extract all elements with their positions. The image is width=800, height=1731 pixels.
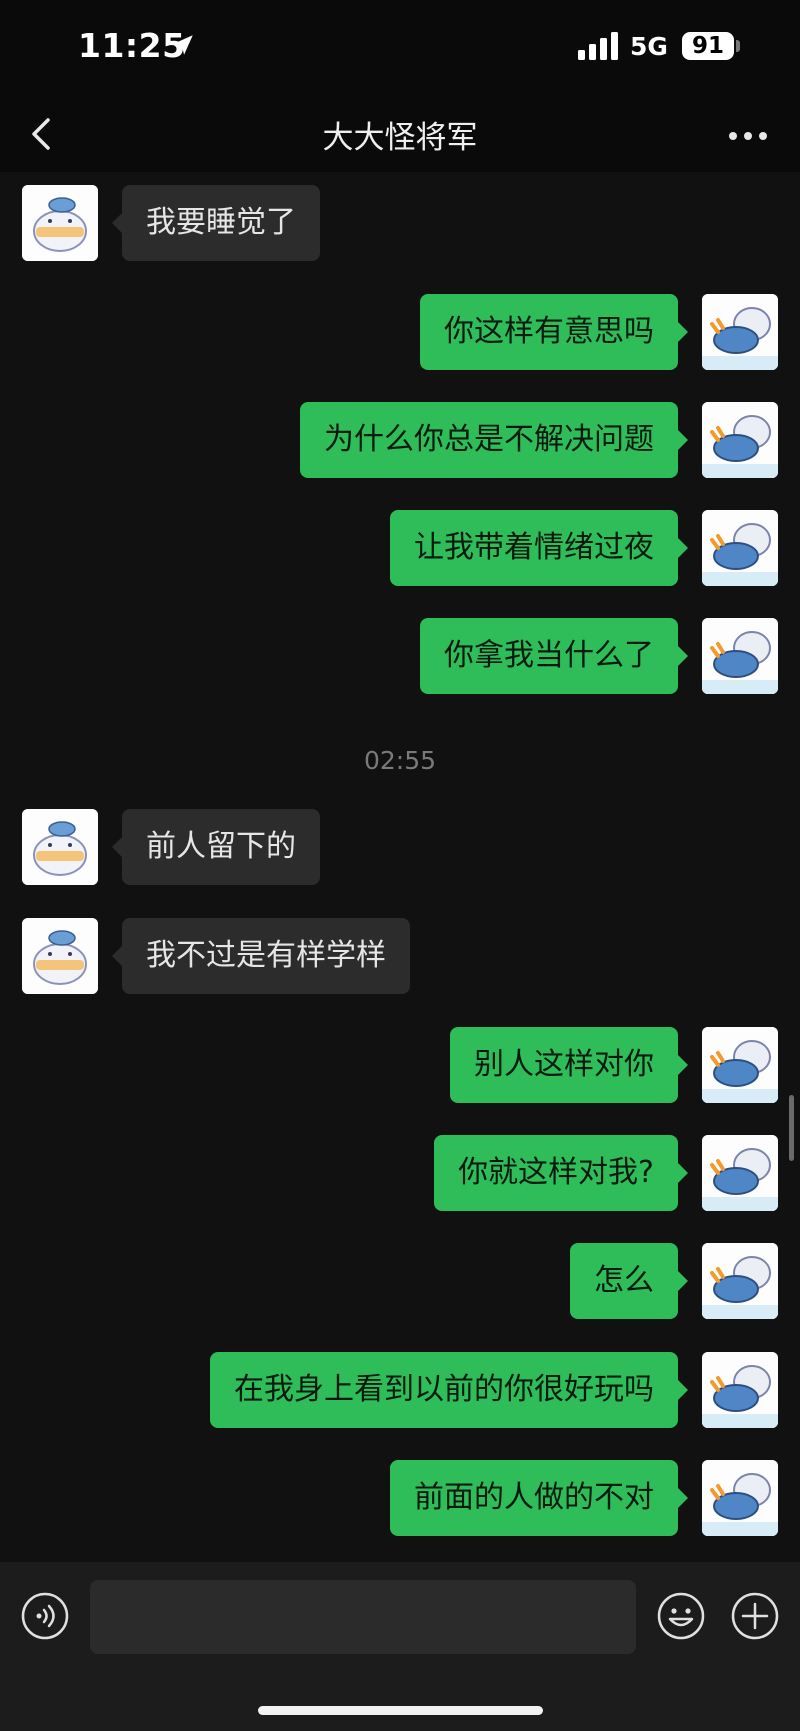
voice-icon[interactable] xyxy=(20,1591,70,1641)
message-bubble[interactable]: 让我带着情绪过夜 xyxy=(390,510,688,586)
message-bubble[interactable]: 前人留下的 xyxy=(112,809,320,885)
plus-icon[interactable] xyxy=(730,1591,780,1641)
signal-icon xyxy=(578,32,618,60)
message-bubble[interactable]: 怎么 xyxy=(570,1243,688,1319)
fish-avatar-icon[interactable] xyxy=(702,1460,778,1536)
message-bubble[interactable]: 为什么你总是不解决问题 xyxy=(300,402,688,478)
fish-avatar-icon[interactable] xyxy=(702,402,778,478)
message-bubble[interactable]: 别人这样对你 xyxy=(450,1027,688,1103)
message-input[interactable] xyxy=(90,1580,636,1654)
fish-avatar-icon[interactable] xyxy=(702,1135,778,1211)
message-bubble[interactable]: 你拿我当什么了 xyxy=(420,618,688,694)
message-bubble[interactable]: 我不过是有样学样 xyxy=(112,918,410,994)
message-bubble[interactable]: 你就这样对我? xyxy=(434,1135,688,1211)
input-bar xyxy=(0,1562,800,1731)
message-row-received: 我不过是有样学样 xyxy=(0,918,800,998)
location-arrow-icon xyxy=(173,35,193,55)
message-bubble[interactable]: 我要睡觉了 xyxy=(112,185,320,261)
cat-avatar-icon[interactable] xyxy=(22,918,98,994)
fish-avatar-icon[interactable] xyxy=(702,1243,778,1319)
message-row-sent: 为什么你总是不解决问题 xyxy=(0,402,800,482)
home-indicator[interactable] xyxy=(258,1706,543,1715)
message-row-received: 我要睡觉了 xyxy=(0,185,800,265)
message-row-sent: 你拿我当什么了 xyxy=(0,618,800,698)
cat-avatar-icon[interactable] xyxy=(22,185,98,261)
fish-avatar-icon[interactable] xyxy=(702,1027,778,1103)
network-type: 5G xyxy=(630,32,668,61)
chat-title: 大大怪将军 xyxy=(322,120,478,156)
status-bar: 11:25 5G 91 xyxy=(0,0,800,96)
fish-avatar-icon[interactable] xyxy=(702,618,778,694)
message-row-sent: 让我带着情绪过夜 xyxy=(0,510,800,590)
message-bubble[interactable]: 在我身上看到以前的你很好玩吗 xyxy=(210,1352,688,1428)
battery-nub xyxy=(736,40,740,52)
message-row-sent: 怎么 xyxy=(0,1243,800,1323)
message-row-sent: 你这样有意思吗 xyxy=(0,294,800,374)
more-dots-icon[interactable] xyxy=(728,130,768,142)
message-row-sent: 别人这样对你 xyxy=(0,1027,800,1107)
message-row-sent: 你就这样对我? xyxy=(0,1135,800,1215)
fish-avatar-icon[interactable] xyxy=(702,294,778,370)
chat-header: 大大怪将军 xyxy=(0,96,800,172)
scrollbar[interactable] xyxy=(789,1095,794,1161)
cat-avatar-icon[interactable] xyxy=(22,809,98,885)
message-row-sent: 在我身上看到以前的你很好玩吗 xyxy=(0,1352,800,1432)
battery-icon: 91 xyxy=(682,32,734,60)
message-list[interactable]: 我要睡觉了 你这样有意思吗 为什么你总是不解决问题 让我带着情绪过夜 你拿我当什… xyxy=(0,172,800,1562)
fish-avatar-icon[interactable] xyxy=(702,510,778,586)
message-row-sent: 前面的人做的不对 xyxy=(0,1460,800,1540)
emoji-icon[interactable] xyxy=(656,1591,706,1641)
message-timestamp: 02:55 xyxy=(363,746,437,775)
fish-avatar-icon[interactable] xyxy=(702,1352,778,1428)
message-bubble[interactable]: 你这样有意思吗 xyxy=(420,294,688,370)
message-bubble[interactable]: 前面的人做的不对 xyxy=(390,1460,688,1536)
message-row-received: 前人留下的 xyxy=(0,809,800,889)
